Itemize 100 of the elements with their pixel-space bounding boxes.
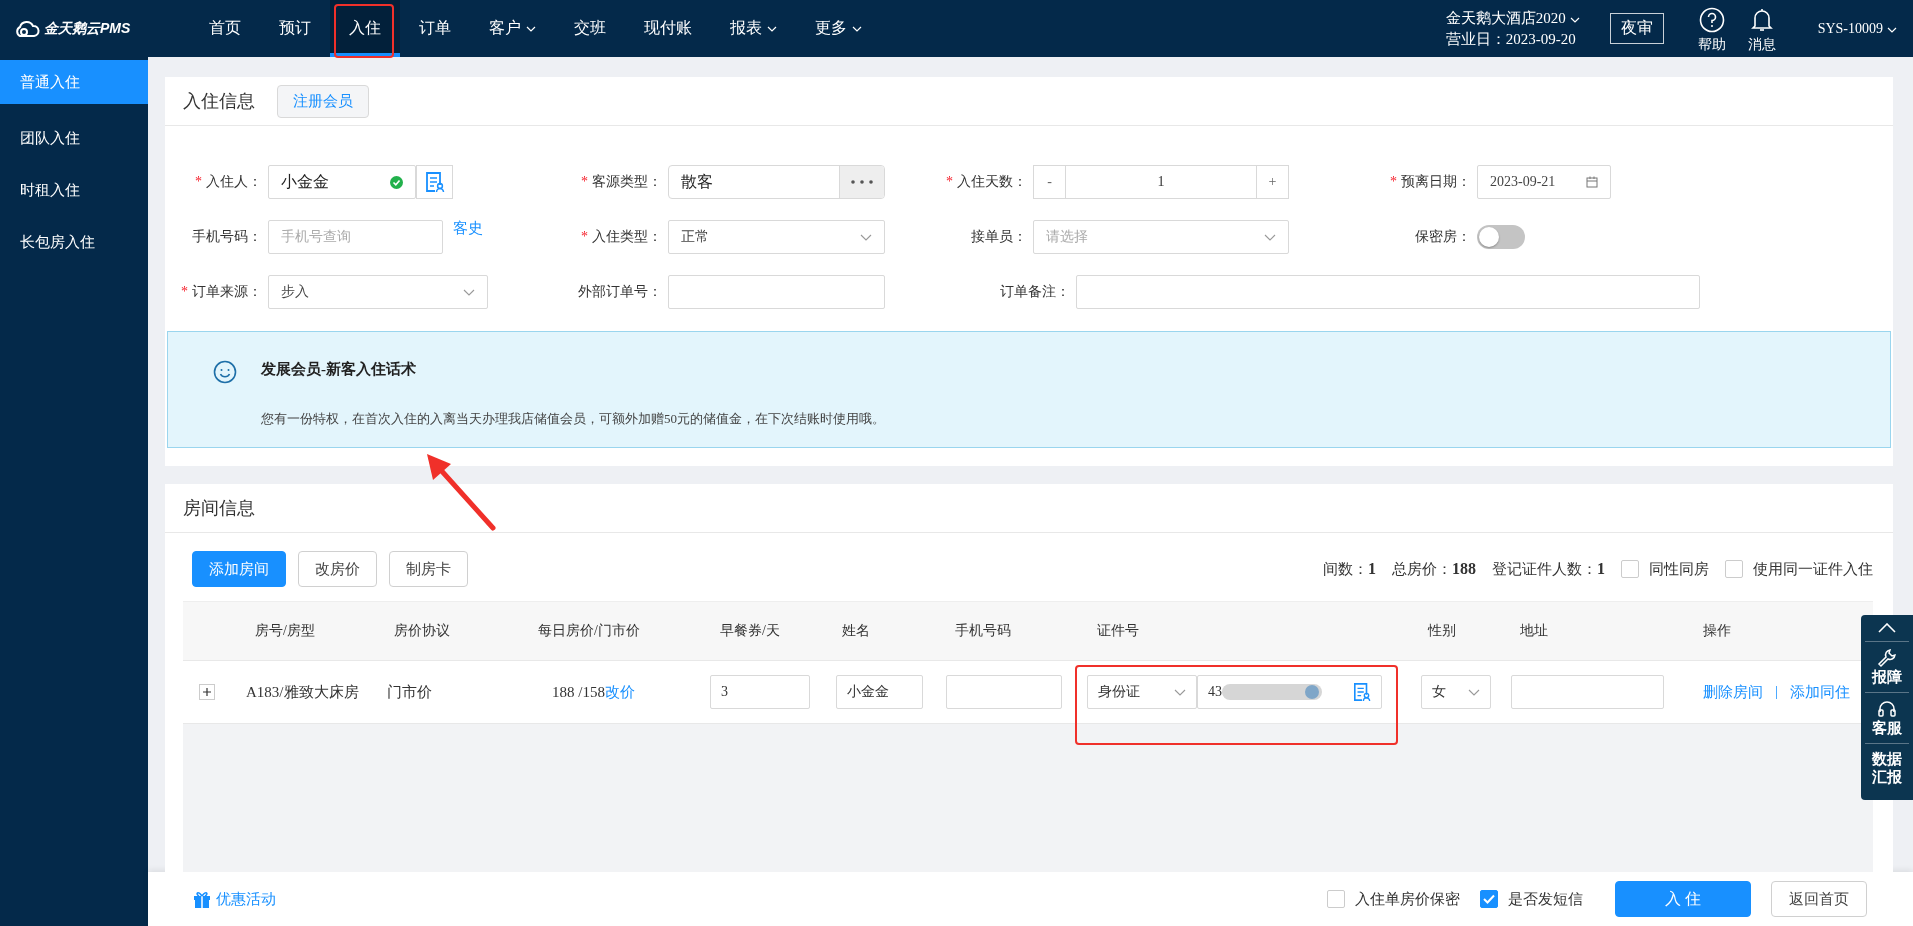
chevron-up-icon[interactable] [1878, 623, 1896, 633]
nav-tab[interactable]: 预订 [260, 0, 330, 57]
tip-text: 您有一份特权，在首次入住的入离当天办理我店储值会员，可额外加赠50元的储值金，在下次结账时使用哦。 [261, 410, 885, 428]
table-cell: 188 /158 [552, 683, 605, 700]
field-label: 保密房： [1415, 228, 1471, 246]
nav-tab[interactable]: 报表 [711, 0, 796, 57]
column-header: 地址 [1519, 622, 1549, 640]
chevron-down-icon [1264, 233, 1276, 241]
side-tool-label: 客服 [1871, 719, 1903, 737]
column-header: 操作 [1702, 622, 1732, 640]
section-title: 入住信息 [183, 90, 255, 113]
business-date: 营业日：2023-09-20 [1445, 29, 1577, 49]
headset-icon [1877, 699, 1897, 719]
select-field[interactable]: 步入 [268, 275, 488, 309]
hotel-selector[interactable]: 金天鹅大酒店2020 [1445, 7, 1580, 29]
back-home-button[interactable]: 返回首页 [1771, 881, 1867, 917]
nav-tab[interactable]: 交班 [555, 0, 625, 57]
chevron-down-icon [1569, 16, 1580, 23]
chevron-down-icon [852, 25, 862, 32]
guest-field[interactable]: 小金金 [268, 165, 416, 199]
logo-text: 金天鹅云PMS [44, 19, 131, 38]
column-header: 证件号 [1096, 622, 1140, 640]
column-header: 房号/房型 [254, 622, 316, 640]
field-label: 手机号码： [192, 228, 262, 246]
stat-value: 1 [1597, 559, 1605, 577]
checkbox[interactable] [1327, 890, 1345, 908]
sidebar-item[interactable]: 长包房入住 [0, 216, 148, 268]
user-menu[interactable]: SYS-10009 [1817, 20, 1897, 37]
chevron-down-icon [463, 288, 475, 296]
nav-tab[interactable]: 入住 [330, 0, 400, 57]
breakfast-field[interactable]: 3 [710, 675, 810, 709]
calendar-icon [1586, 176, 1598, 188]
toggle-switch[interactable] [1477, 225, 1525, 249]
field-label: 入住天数： [957, 173, 1027, 191]
nav-tab[interactable]: 首页 [190, 0, 260, 57]
date-field[interactable]: 2023-09-21 [1477, 165, 1611, 199]
messages-label: 消息 [1747, 36, 1776, 54]
table-cell-text: 门市价 [386, 682, 433, 702]
id-type-select[interactable]: 身份证 [1087, 675, 1197, 709]
phone-field[interactable] [946, 675, 1062, 709]
field-label: 订单备注： [1000, 283, 1070, 301]
chevron-down-icon [1174, 688, 1186, 696]
action-button[interactable]: 改房价 [298, 551, 377, 587]
nav-tab[interactable]: 现付账 [625, 0, 711, 57]
id-card-icon[interactable] [1353, 682, 1371, 702]
separator: | [1775, 682, 1778, 701]
stat-value: 188 [1452, 559, 1476, 577]
column-header: 姓名 [841, 622, 871, 640]
more-icon[interactable] [851, 180, 873, 184]
tip-title: 发展会员-新客入住话术 [261, 360, 417, 379]
option-label: 入住单房价保密 [1355, 889, 1460, 909]
checkbox[interactable] [1480, 890, 1498, 908]
chevron-down-icon [1887, 26, 1897, 33]
night-audit-button[interactable]: 夜审 [1609, 13, 1664, 44]
side-tool-label: 数据汇报 [1871, 750, 1903, 786]
id-card-button[interactable] [416, 165, 453, 199]
option-label: 是否发短信 [1508, 889, 1583, 909]
help-icon [1698, 7, 1725, 33]
wrench-icon [1877, 648, 1897, 668]
action-button[interactable]: 制房卡 [389, 551, 468, 587]
text-field[interactable] [668, 275, 885, 309]
nav-tab[interactable]: 更多 [796, 0, 881, 57]
column-header: 早餐券/天 [719, 622, 781, 640]
name-field[interactable]: 小金金 [836, 675, 923, 709]
side-tool-label: 报障 [1871, 668, 1903, 686]
text-field[interactable] [1076, 275, 1700, 309]
stat-label: 登记证件人数： [1492, 560, 1597, 577]
option-label: 同性同房 [1649, 559, 1709, 579]
chevron-down-icon [526, 25, 536, 32]
bell-icon [1750, 7, 1773, 33]
stat-label: 总房价： [1392, 560, 1452, 577]
sidebar-item[interactable]: 时租入住 [0, 164, 148, 216]
required-mark: * [195, 174, 202, 190]
checkbox[interactable] [1621, 560, 1639, 578]
id-card-icon [424, 171, 445, 193]
select-field[interactable]: 正常 [668, 220, 885, 254]
source-type-field[interactable]: 散客 [668, 165, 885, 199]
required-mark: * [581, 174, 588, 190]
expand-icon[interactable] [198, 684, 215, 700]
column-header: 性别 [1426, 622, 1457, 640]
table-cell-text: A183/雅致大床房 [245, 682, 360, 702]
checkbox[interactable] [1725, 560, 1743, 578]
column-header: 手机号码 [954, 622, 1012, 640]
nav-tab[interactable]: 订单 [400, 0, 470, 57]
required-mark: * [581, 229, 588, 245]
field-label: 入住人： [206, 173, 262, 191]
id-number-field[interactable]: 43 [1197, 675, 1382, 709]
section-title: 房间信息 [183, 497, 255, 520]
option-label: 使用同一证件入住 [1753, 559, 1873, 579]
address-field[interactable] [1511, 675, 1664, 709]
cloud-logo-icon [14, 19, 40, 38]
sidebar-item[interactable]: 团队入住 [0, 112, 148, 164]
required-mark: * [181, 284, 188, 300]
gender-select[interactable]: 女 [1421, 675, 1491, 709]
gift-icon[interactable] [192, 889, 212, 909]
field-label: 外部订单号： [578, 283, 662, 301]
highlight-box [334, 4, 394, 58]
nav-tab[interactable]: 客户 [470, 0, 555, 57]
column-header: 每日房价/门市价 [537, 622, 641, 640]
chevron-down-icon [1468, 688, 1480, 696]
